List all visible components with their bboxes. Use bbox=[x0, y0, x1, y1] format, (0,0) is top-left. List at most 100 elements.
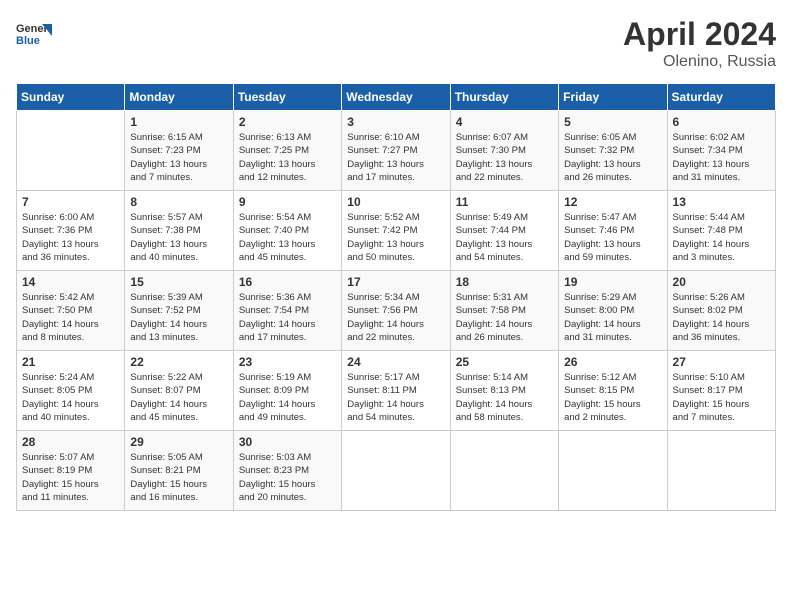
calendar-cell: 23Sunrise: 5:19 AMSunset: 8:09 PMDayligh… bbox=[233, 351, 341, 431]
day-info: Sunrise: 5:05 AMSunset: 8:21 PMDaylight:… bbox=[130, 451, 227, 504]
day-info: Sunrise: 5:03 AMSunset: 8:23 PMDaylight:… bbox=[239, 451, 336, 504]
calendar-week-row: 1 Sunrise: 6:15 AMSunset: 7:23 PMDaylight… bbox=[17, 111, 776, 191]
day-number: 27 bbox=[673, 355, 770, 369]
day-number: 11 bbox=[456, 195, 553, 209]
day-info: Sunrise: 5:07 AMSunset: 8:19 PMDaylight:… bbox=[22, 451, 119, 504]
svg-text:Blue: Blue bbox=[16, 35, 40, 47]
day-number: 7 bbox=[22, 195, 119, 209]
day-info: Sunrise: 5:52 AMSunset: 7:42 PMDaylight:… bbox=[347, 211, 444, 264]
calendar-cell: 1 Sunrise: 6:15 AMSunset: 7:23 PMDaylight… bbox=[125, 111, 233, 191]
calendar-cell bbox=[559, 431, 667, 511]
day-number: 12 bbox=[564, 195, 661, 209]
day-info: Sunrise: 5:19 AMSunset: 8:09 PMDaylight:… bbox=[239, 371, 336, 424]
calendar-cell: 17 Sunrise: 5:34 AMSunset: 7:56 PMDayligh… bbox=[342, 271, 450, 351]
calendar-cell: 28 Sunrise: 5:07 AMSunset: 8:19 PMDayligh… bbox=[17, 431, 125, 511]
day-info: Sunrise: 6:10 AMSunset: 7:27 PMDaylight:… bbox=[347, 131, 444, 184]
month-year: April 2024 bbox=[623, 16, 776, 53]
calendar-cell: 20Sunrise: 5:26 AMSunset: 8:02 PMDayligh… bbox=[667, 271, 775, 351]
day-number: 9 bbox=[239, 195, 336, 209]
day-info: Sunrise: 5:10 AMSunset: 8:17 PMDaylight:… bbox=[673, 371, 770, 424]
weekday-header: Monday bbox=[125, 84, 233, 111]
calendar-cell: 5 Sunrise: 6:05 AMSunset: 7:32 PMDaylight… bbox=[559, 111, 667, 191]
day-info: Sunrise: 6:05 AMSunset: 7:32 PMDaylight:… bbox=[564, 131, 661, 184]
day-info: Sunrise: 5:54 AMSunset: 7:40 PMDaylight:… bbox=[239, 211, 336, 264]
day-number: 26 bbox=[564, 355, 661, 369]
day-number: 24 bbox=[347, 355, 444, 369]
day-number: 18 bbox=[456, 275, 553, 289]
day-info: Sunrise: 5:39 AMSunset: 7:52 PMDaylight:… bbox=[130, 291, 227, 344]
weekday-header: Tuesday bbox=[233, 84, 341, 111]
calendar-cell: 3 Sunrise: 6:10 AMSunset: 7:27 PMDaylight… bbox=[342, 111, 450, 191]
day-number: 29 bbox=[130, 435, 227, 449]
calendar-cell: 6Sunrise: 6:02 AMSunset: 7:34 PMDaylight… bbox=[667, 111, 775, 191]
day-number: 25 bbox=[456, 355, 553, 369]
day-info: Sunrise: 5:34 AMSunset: 7:56 PMDaylight:… bbox=[347, 291, 444, 344]
day-info: Sunrise: 6:15 AMSunset: 7:23 PMDaylight:… bbox=[130, 131, 227, 184]
location: Olenino, Russia bbox=[623, 53, 776, 71]
weekday-header: Wednesday bbox=[342, 84, 450, 111]
calendar-cell: 25 Sunrise: 5:14 AMSunset: 8:13 PMDayligh… bbox=[450, 351, 558, 431]
calendar-cell: 10Sunrise: 5:52 AMSunset: 7:42 PMDayligh… bbox=[342, 191, 450, 271]
day-number: 21 bbox=[22, 355, 119, 369]
day-number: 4 bbox=[456, 115, 553, 129]
calendar-week-row: 7 Sunrise: 6:00 AMSunset: 7:36 PMDaylight… bbox=[17, 191, 776, 271]
day-number: 14 bbox=[22, 275, 119, 289]
calendar-week-row: 14 Sunrise: 5:42 AMSunset: 7:50 PMDayligh… bbox=[17, 271, 776, 351]
day-number: 2 bbox=[239, 115, 336, 129]
day-info: Sunrise: 5:14 AMSunset: 8:13 PMDaylight:… bbox=[456, 371, 553, 424]
title-block: April 2024 Olenino, Russia bbox=[623, 16, 776, 71]
calendar-cell: 18 Sunrise: 5:31 AMSunset: 7:58 PMDayligh… bbox=[450, 271, 558, 351]
day-number: 13 bbox=[673, 195, 770, 209]
day-number: 22 bbox=[130, 355, 227, 369]
calendar-cell: 21 Sunrise: 5:24 AMSunset: 8:05 PMDayligh… bbox=[17, 351, 125, 431]
logo-icon: General Blue bbox=[16, 16, 52, 52]
page-header: General Blue April 2024 Olenino, Russia bbox=[16, 16, 776, 71]
day-info: Sunrise: 5:24 AMSunset: 8:05 PMDaylight:… bbox=[22, 371, 119, 424]
day-number: 8 bbox=[130, 195, 227, 209]
day-info: Sunrise: 6:02 AMSunset: 7:34 PMDaylight:… bbox=[673, 131, 770, 184]
calendar-cell: 9 Sunrise: 5:54 AMSunset: 7:40 PMDaylight… bbox=[233, 191, 341, 271]
calendar-cell: 16Sunrise: 5:36 AMSunset: 7:54 PMDayligh… bbox=[233, 271, 341, 351]
day-number: 15 bbox=[130, 275, 227, 289]
day-number: 5 bbox=[564, 115, 661, 129]
calendar-cell: 14 Sunrise: 5:42 AMSunset: 7:50 PMDayligh… bbox=[17, 271, 125, 351]
day-number: 28 bbox=[22, 435, 119, 449]
calendar-cell: 11Sunrise: 5:49 AMSunset: 7:44 PMDayligh… bbox=[450, 191, 558, 271]
day-number: 16 bbox=[239, 275, 336, 289]
calendar-cell: 19 Sunrise: 5:29 AMSunset: 8:00 PMDayligh… bbox=[559, 271, 667, 351]
calendar-week-row: 21 Sunrise: 5:24 AMSunset: 8:05 PMDayligh… bbox=[17, 351, 776, 431]
day-info: Sunrise: 5:29 AMSunset: 8:00 PMDaylight:… bbox=[564, 291, 661, 344]
calendar-cell: 4Sunrise: 6:07 AMSunset: 7:30 PMDaylight… bbox=[450, 111, 558, 191]
day-info: Sunrise: 5:42 AMSunset: 7:50 PMDaylight:… bbox=[22, 291, 119, 344]
weekday-header: Friday bbox=[559, 84, 667, 111]
day-number: 19 bbox=[564, 275, 661, 289]
calendar-cell: 30 Sunrise: 5:03 AMSunset: 8:23 PMDayligh… bbox=[233, 431, 341, 511]
calendar-cell: 29 Sunrise: 5:05 AMSunset: 8:21 PMDayligh… bbox=[125, 431, 233, 511]
day-info: Sunrise: 5:12 AMSunset: 8:15 PMDaylight:… bbox=[564, 371, 661, 424]
calendar-cell bbox=[17, 111, 125, 191]
day-info: Sunrise: 5:57 AMSunset: 7:38 PMDaylight:… bbox=[130, 211, 227, 264]
day-info: Sunrise: 6:00 AMSunset: 7:36 PMDaylight:… bbox=[22, 211, 119, 264]
day-info: Sunrise: 5:47 AMSunset: 7:46 PMDaylight:… bbox=[564, 211, 661, 264]
calendar-cell: 2Sunrise: 6:13 AMSunset: 7:25 PMDaylight… bbox=[233, 111, 341, 191]
day-info: Sunrise: 5:44 AMSunset: 7:48 PMDaylight:… bbox=[673, 211, 770, 264]
calendar-cell: 24Sunrise: 5:17 AMSunset: 8:11 PMDayligh… bbox=[342, 351, 450, 431]
calendar-cell: 15 Sunrise: 5:39 AMSunset: 7:52 PMDayligh… bbox=[125, 271, 233, 351]
logo: General Blue bbox=[16, 16, 52, 52]
day-number: 1 bbox=[130, 115, 227, 129]
day-number: 3 bbox=[347, 115, 444, 129]
weekday-header: Sunday bbox=[17, 84, 125, 111]
calendar-cell: 13 Sunrise: 5:44 AMSunset: 7:48 PMDayligh… bbox=[667, 191, 775, 271]
calendar-cell: 7 Sunrise: 6:00 AMSunset: 7:36 PMDaylight… bbox=[17, 191, 125, 271]
day-info: Sunrise: 5:31 AMSunset: 7:58 PMDaylight:… bbox=[456, 291, 553, 344]
calendar-cell bbox=[667, 431, 775, 511]
calendar-cell bbox=[342, 431, 450, 511]
calendar-cell: 8 Sunrise: 5:57 AMSunset: 7:38 PMDaylight… bbox=[125, 191, 233, 271]
day-info: Sunrise: 5:26 AMSunset: 8:02 PMDaylight:… bbox=[673, 291, 770, 344]
weekday-header: Saturday bbox=[667, 84, 775, 111]
calendar-cell: 22Sunrise: 5:22 AMSunset: 8:07 PMDayligh… bbox=[125, 351, 233, 431]
day-number: 30 bbox=[239, 435, 336, 449]
calendar-header-row: SundayMondayTuesdayWednesdayThursdayFrid… bbox=[17, 84, 776, 111]
day-number: 17 bbox=[347, 275, 444, 289]
calendar-cell: 12 Sunrise: 5:47 AMSunset: 7:46 PMDayligh… bbox=[559, 191, 667, 271]
